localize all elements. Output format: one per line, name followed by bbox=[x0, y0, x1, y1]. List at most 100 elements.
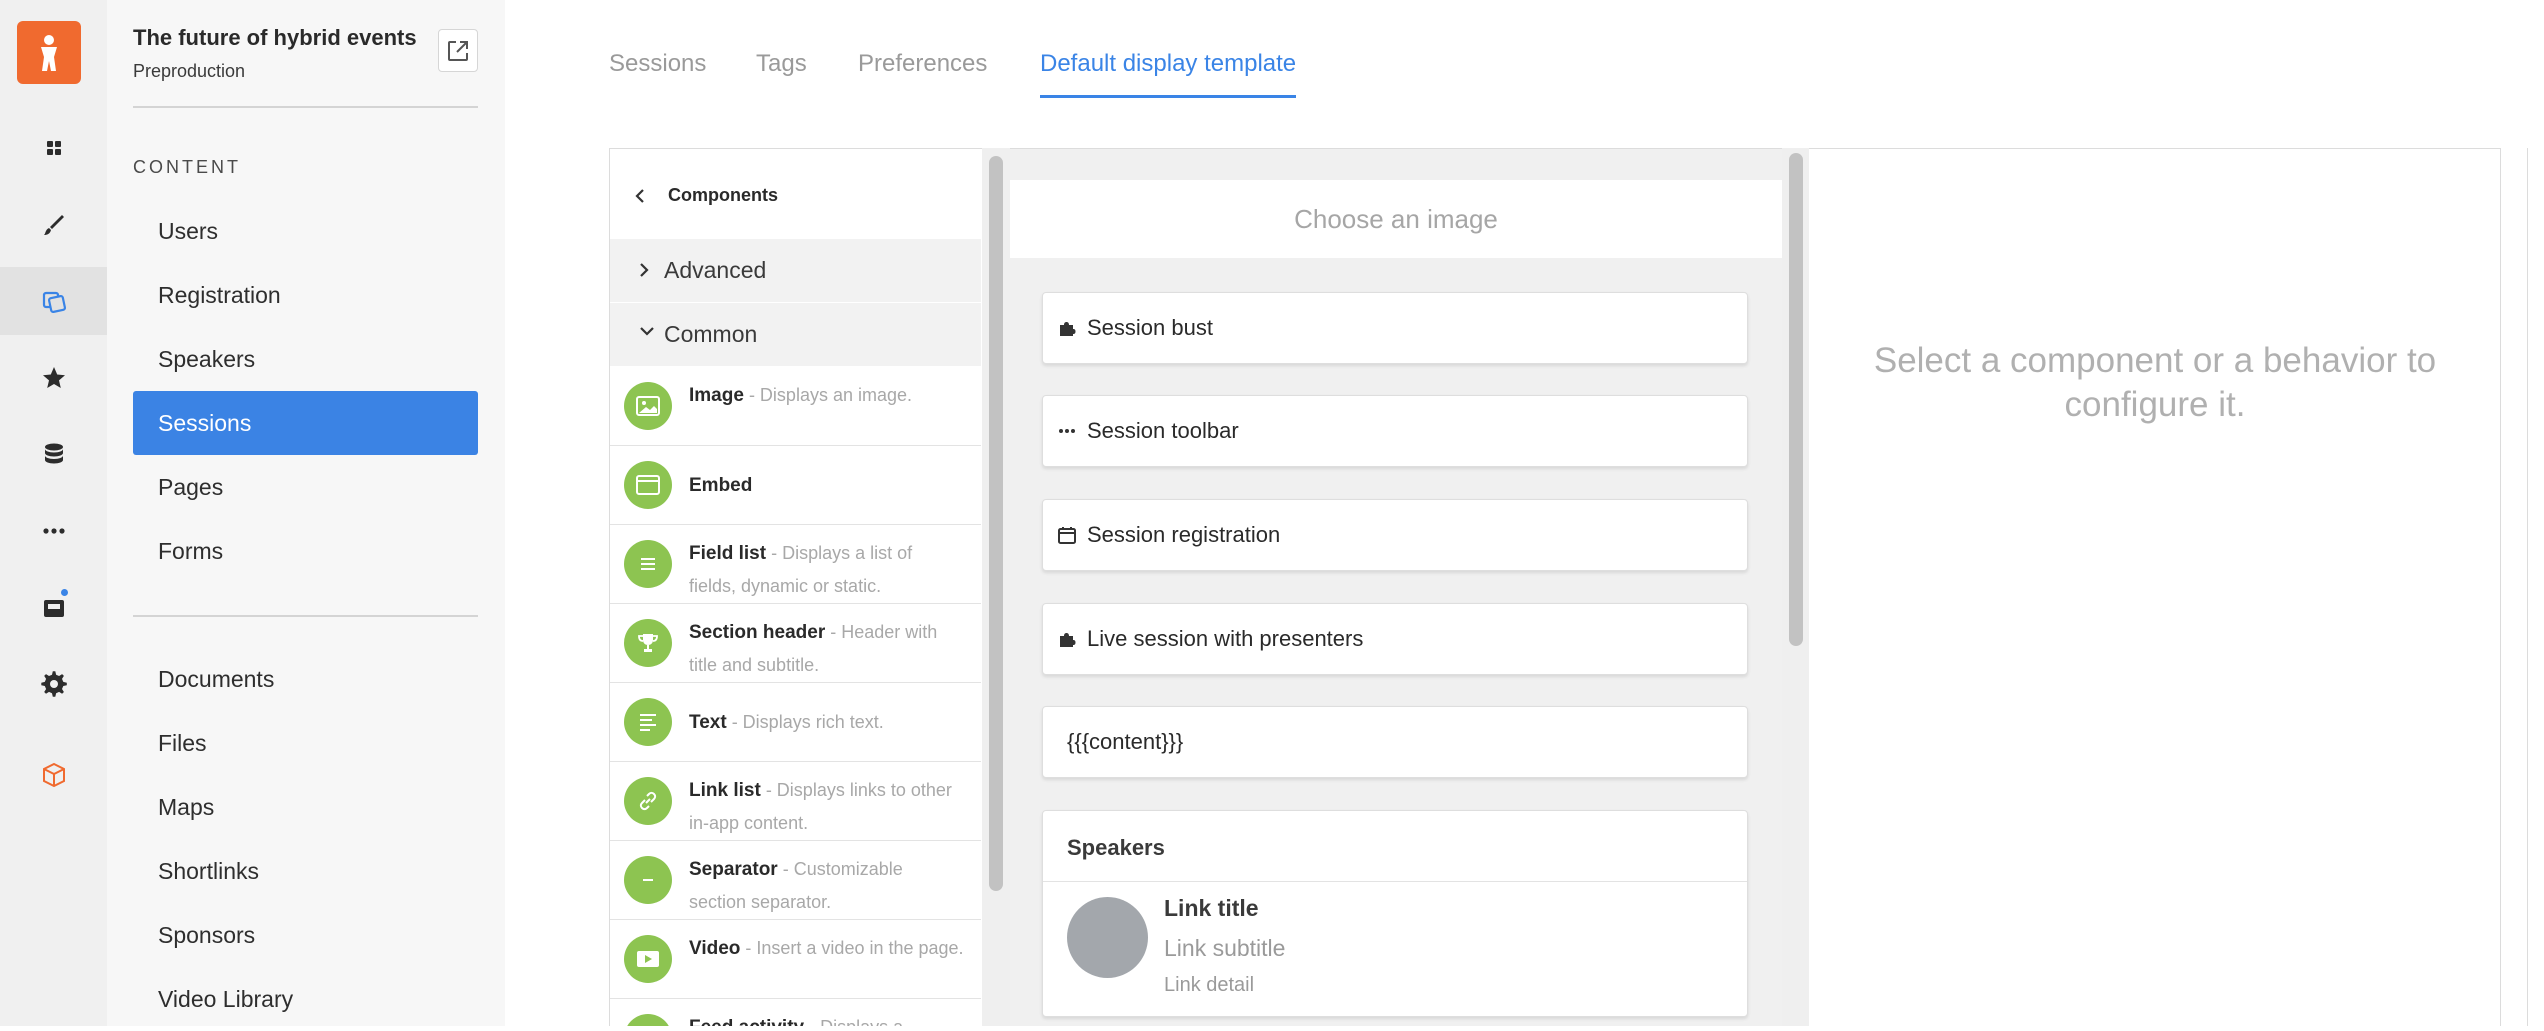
block-live-session-with-presenters[interactable]: Live session with presenters bbox=[1042, 603, 1748, 675]
puzzle-icon bbox=[1057, 629, 1077, 649]
minus-icon bbox=[624, 856, 672, 904]
puzzle-icon bbox=[1057, 318, 1077, 338]
inbox-icon[interactable] bbox=[0, 573, 107, 641]
content-icon[interactable] bbox=[0, 267, 107, 335]
scrollbar-thumb[interactable] bbox=[989, 156, 1003, 891]
component-field-list[interactable]: Field list - Displays a list of fields, … bbox=[610, 525, 981, 604]
component-desc: - Displays rich text. bbox=[731, 712, 884, 732]
config-panel: Select a component or a behavior to conf… bbox=[1809, 148, 2501, 1026]
block-session-bust[interactable]: Session bust bbox=[1042, 292, 1748, 364]
trophy-icon bbox=[624, 619, 672, 667]
image-icon bbox=[624, 382, 672, 430]
dashboard-icon[interactable] bbox=[0, 114, 107, 182]
block-label: Session toolbar bbox=[1087, 418, 1239, 443]
component-name: Text bbox=[689, 712, 727, 733]
block-label: Live session with presenters bbox=[1087, 626, 1364, 651]
group-label: Common bbox=[664, 321, 758, 347]
scrollbar-thumb[interactable] bbox=[1789, 153, 1803, 646]
component-desc: - Displays a bbox=[809, 1017, 903, 1026]
sidebar-item-sponsors[interactable]: Sponsors bbox=[133, 903, 478, 967]
link-icon bbox=[624, 777, 672, 825]
group-advanced[interactable]: Advanced bbox=[610, 239, 981, 302]
sidebar-item-registration[interactable]: Registration bbox=[133, 263, 478, 327]
calendar-icon bbox=[1057, 525, 1077, 545]
star-icon[interactable] bbox=[0, 344, 107, 412]
empty-config-message: Select a component or a behavior to conf… bbox=[1873, 341, 2437, 424]
group-common[interactable]: Common bbox=[610, 303, 981, 366]
sidebar-item-forms[interactable]: Forms bbox=[133, 519, 478, 583]
block-content-placeholder[interactable]: {{{content}}} bbox=[1042, 706, 1748, 778]
components-panel: Components Advanced Common Image - Displ… bbox=[609, 148, 982, 1026]
component-desc: - Displays an image. bbox=[748, 385, 913, 405]
settings-icon[interactable] bbox=[0, 650, 107, 718]
link-title: Link title bbox=[1164, 895, 1259, 921]
component-name: Field list bbox=[689, 543, 767, 564]
embed-icon bbox=[624, 461, 672, 509]
tab-sessions[interactable]: Sessions bbox=[609, 50, 706, 98]
components-scrollbar[interactable] bbox=[982, 148, 1010, 1026]
group-label: Advanced bbox=[664, 257, 767, 283]
component-feed-activity[interactable]: Feed activity - Displays a bbox=[610, 999, 981, 1026]
app-rail bbox=[0, 0, 107, 1026]
template-canvas: Choose an image Session bust Session too… bbox=[1010, 148, 1782, 1026]
canvas-scrollbar[interactable] bbox=[1782, 148, 1810, 1026]
external-link-icon bbox=[448, 40, 468, 61]
sidebar-item-pages[interactable]: Pages bbox=[133, 455, 478, 519]
sidebar: The future of hybrid events Preproductio… bbox=[107, 0, 505, 1026]
sidebar-item-files[interactable]: Files bbox=[133, 711, 478, 775]
component-separator[interactable]: Separator - Customizable section separat… bbox=[610, 841, 981, 920]
sidebar-divider bbox=[133, 106, 478, 108]
block-speakers[interactable]: Speakers Link title Link subtitle Link d… bbox=[1042, 810, 1748, 1017]
project-title: The future of hybrid events bbox=[133, 25, 417, 50]
block-label: {{{content}}} bbox=[1067, 729, 1184, 754]
component-image[interactable]: Image - Displays an image. bbox=[610, 367, 981, 446]
more-icon[interactable] bbox=[0, 497, 107, 565]
person-logo-icon[interactable] bbox=[17, 21, 81, 84]
link-subtitle: Link subtitle bbox=[1164, 935, 1286, 961]
sidebar-item-video-library[interactable]: Video Library bbox=[133, 967, 478, 1031]
tab-tags[interactable]: Tags bbox=[756, 50, 807, 98]
component-name: Image bbox=[689, 385, 744, 406]
block-session-registration[interactable]: Session registration bbox=[1042, 499, 1748, 571]
component-name: Link list bbox=[689, 780, 761, 801]
component-video[interactable]: Video - Insert a video in the page. bbox=[610, 920, 981, 999]
component-link-list[interactable]: Link list - Displays links to other in-a… bbox=[610, 762, 981, 841]
open-external-button[interactable] bbox=[438, 29, 478, 72]
sidebar-item-documents[interactable]: Documents bbox=[133, 647, 478, 711]
chevron-down-icon bbox=[640, 327, 654, 336]
component-embed[interactable]: Embed bbox=[610, 446, 981, 525]
block-label: Session bust bbox=[1087, 315, 1213, 340]
component-desc: - Insert a video in the page. bbox=[745, 938, 964, 958]
sidebar-item-maps[interactable]: Maps bbox=[133, 775, 478, 839]
sidebar-item-shortlinks[interactable]: Shortlinks bbox=[133, 839, 478, 903]
component-name: Section header bbox=[689, 622, 826, 643]
component-name: Feed activity bbox=[689, 1017, 804, 1026]
more-horizontal-icon bbox=[1057, 421, 1077, 441]
database-icon[interactable] bbox=[0, 420, 107, 488]
sidebar-item-speakers[interactable]: Speakers bbox=[133, 327, 478, 391]
divider bbox=[1043, 881, 1747, 882]
sidebar-item-users[interactable]: Users bbox=[133, 199, 478, 263]
sidebar-item-sessions[interactable]: Sessions bbox=[133, 391, 478, 455]
choose-image-placeholder[interactable]: Choose an image bbox=[1010, 180, 1782, 258]
tab-preferences[interactable]: Preferences bbox=[858, 50, 987, 98]
project-subtitle: Preproduction bbox=[133, 61, 246, 81]
chevron-left-icon[interactable] bbox=[634, 187, 646, 205]
tab-default-display-template[interactable]: Default display template bbox=[1040, 50, 1297, 98]
components-title: Components bbox=[668, 185, 778, 205]
component-section-header[interactable]: Section header - Header with title and s… bbox=[610, 604, 981, 683]
avatar bbox=[1067, 897, 1148, 978]
list-icon bbox=[624, 540, 672, 588]
config-scrollbar bbox=[2502, 148, 2528, 1026]
component-text[interactable]: Text - Displays rich text. bbox=[610, 683, 981, 762]
component-name: Separator bbox=[689, 859, 778, 880]
block-session-toolbar[interactable]: Session toolbar bbox=[1042, 395, 1748, 467]
feed-icon bbox=[624, 1014, 672, 1026]
video-icon bbox=[624, 935, 672, 983]
component-name: Embed bbox=[689, 475, 753, 496]
components-header[interactable]: Components bbox=[610, 149, 981, 239]
notification-dot bbox=[59, 587, 70, 598]
brush-icon[interactable] bbox=[0, 191, 107, 259]
sidebar-divider bbox=[133, 615, 478, 617]
package-icon[interactable] bbox=[0, 741, 107, 809]
